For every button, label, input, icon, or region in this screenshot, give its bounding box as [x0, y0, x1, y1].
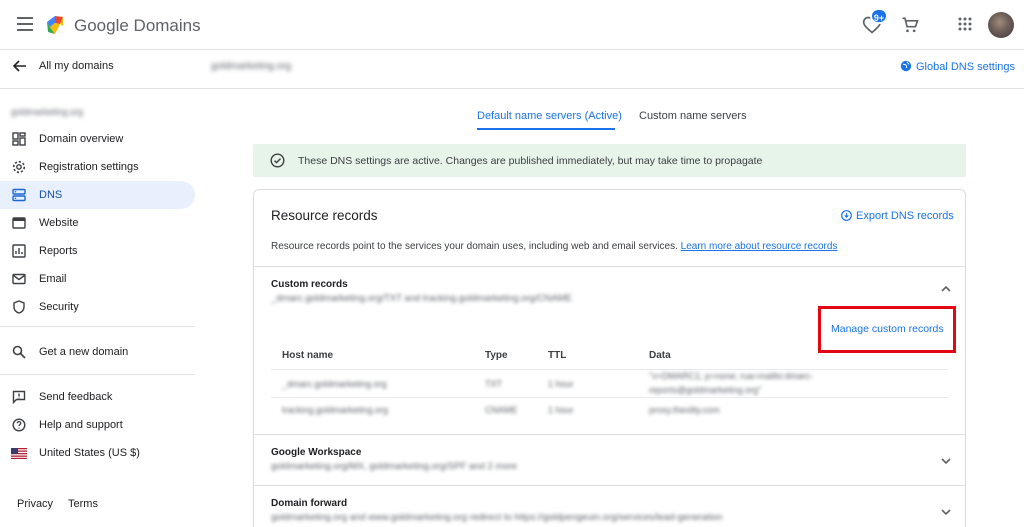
email-icon — [12, 273, 26, 285]
chevron-up-icon[interactable] — [940, 285, 952, 293]
domain-forward-title[interactable]: Domain forward — [271, 498, 347, 509]
sidebar-item-registration-settings[interactable]: Registration settings — [0, 153, 195, 181]
sidebar-item-label: Website — [39, 217, 79, 229]
menu-icon[interactable] — [17, 17, 33, 31]
export-dns-records-button[interactable]: Export DNS records — [841, 210, 954, 222]
section-divider — [254, 266, 965, 267]
sidebar-item-label: Send feedback — [39, 391, 113, 403]
chevron-down-icon[interactable] — [940, 457, 952, 465]
tab-custom-name-servers[interactable]: Custom name servers — [639, 110, 747, 122]
sidebar-item-help-support[interactable]: Help and support — [0, 411, 195, 439]
cell-ttl: 1 hour — [548, 405, 574, 415]
reports-icon — [12, 244, 26, 258]
domain-forward-summary: goldmarketing.org and www.goldmarketing.… — [271, 512, 723, 523]
dns-active-alert: These DNS settings are active. Changes a… — [253, 144, 966, 177]
cell-data: proxy.thexlity.com — [649, 405, 720, 415]
cell-data: "v=DMARC1; p=none; rua=mailto:dmarc- — [649, 371, 814, 381]
section-divider — [254, 434, 965, 435]
sidebar-item-label: Registration settings — [39, 161, 139, 173]
cart-icon[interactable] — [900, 15, 920, 35]
shield-icon — [13, 300, 25, 314]
sidebar-item-security[interactable]: Security — [0, 293, 195, 321]
sidebar-item-dns[interactable]: DNS — [0, 181, 195, 209]
check-circle-icon — [270, 153, 285, 168]
gear-icon — [12, 160, 26, 174]
top-app-bar: Google Domains 9+ — [0, 0, 1024, 50]
sidebar-divider — [0, 326, 195, 327]
cell-type: CNAME — [485, 405, 518, 415]
cell-type: TXT — [485, 379, 502, 389]
cell-host: tracking.goldmarketing.org — [282, 405, 389, 415]
alert-text: These DNS settings are active. Changes a… — [298, 155, 763, 167]
chevron-down-icon[interactable] — [940, 508, 952, 516]
column-header-host: Host name — [282, 350, 334, 361]
search-icon — [12, 345, 26, 359]
resource-records-card: Resource records Export DNS records Reso… — [253, 189, 966, 527]
page-subheader: All my domains goldmarketing.org Global … — [0, 50, 1024, 89]
export-label: Export DNS records — [856, 210, 954, 222]
sidebar-item-get-new-domain[interactable]: Get a new domain — [0, 338, 195, 366]
sidebar-item-label: Get a new domain — [39, 346, 129, 358]
cell-data: reports@goldmarketing.org" — [649, 385, 762, 395]
sidebar-item-label: Help and support — [39, 419, 123, 431]
custom-records-summary: _dmarc.goldmarketing.org/TXT and trackin… — [271, 293, 572, 304]
column-header-ttl: TTL — [548, 350, 567, 361]
google-workspace-summary: goldmarketing.org/MX, goldmarketing.org/… — [271, 461, 518, 472]
account-avatar[interactable] — [988, 12, 1014, 38]
all-domains-link[interactable]: All my domains — [39, 60, 114, 72]
apps-grid-icon[interactable] — [958, 17, 972, 31]
sidebar-item-label: Domain overview — [39, 133, 124, 145]
custom-records-title[interactable]: Custom records — [271, 279, 348, 290]
column-header-data: Data — [649, 350, 671, 361]
table-row-divider — [271, 369, 948, 370]
global-dns-settings-link[interactable]: Global DNS settings — [900, 60, 1015, 73]
website-icon — [12, 217, 26, 229]
sidebar-item-send-feedback[interactable]: Send feedback — [0, 383, 195, 411]
download-icon — [841, 210, 852, 221]
sidebar-item-label: Email — [39, 273, 67, 285]
us-flag-icon — [11, 448, 27, 459]
sidebar-item-domain-overview[interactable]: Domain overview — [0, 125, 195, 153]
domain-name-title: goldmarketing.org — [211, 61, 292, 72]
google-domains-logo-icon[interactable] — [43, 14, 67, 36]
resource-records-title: Resource records — [271, 208, 378, 223]
sidebar-domain-name: goldmarketing.org — [11, 107, 84, 117]
column-header-type: Type — [485, 350, 508, 361]
active-tab-indicator — [477, 128, 615, 130]
sidebar-item-label: DNS — [39, 189, 63, 201]
tab-default-name-servers[interactable]: Default name servers (Active) — [477, 110, 622, 122]
google-workspace-title[interactable]: Google Workspace — [271, 447, 361, 458]
overview-icon — [12, 132, 26, 146]
sidebar-item-country[interactable]: United States (US $) — [0, 439, 195, 467]
learn-more-link[interactable]: Learn more about resource records — [681, 241, 838, 252]
privacy-link[interactable]: Privacy — [17, 498, 53, 510]
terms-link[interactable]: Terms — [68, 498, 98, 510]
dns-icon — [12, 188, 26, 202]
section-divider — [254, 485, 965, 486]
sidebar-item-email[interactable]: Email — [0, 265, 195, 293]
help-icon — [12, 418, 26, 432]
sidebar-item-label: United States (US $) — [39, 447, 140, 459]
cell-ttl: 1 hour — [548, 379, 574, 389]
cell-host: _dmarc.goldmarketing.org — [282, 379, 387, 389]
sidebar-item-website[interactable]: Website — [0, 209, 195, 237]
manage-custom-records-link[interactable]: Manage custom records — [831, 323, 944, 335]
sidebar-divider — [0, 374, 195, 375]
sidebar-item-reports[interactable]: Reports — [0, 237, 195, 265]
table-row-divider — [271, 397, 948, 398]
brand-title: Google Domains — [74, 16, 201, 35]
globe-icon — [900, 60, 912, 72]
global-dns-label: Global DNS settings — [916, 61, 1016, 73]
notification-badge: 9+ — [870, 8, 888, 24]
back-arrow-icon[interactable] — [12, 58, 28, 74]
sidebar-item-label: Security — [39, 301, 79, 313]
resource-records-description: Resource records point to the services y… — [271, 241, 837, 252]
feedback-icon — [12, 390, 26, 404]
sidebar-item-label: Reports — [39, 245, 78, 257]
description-text: Resource records point to the services y… — [271, 241, 678, 252]
